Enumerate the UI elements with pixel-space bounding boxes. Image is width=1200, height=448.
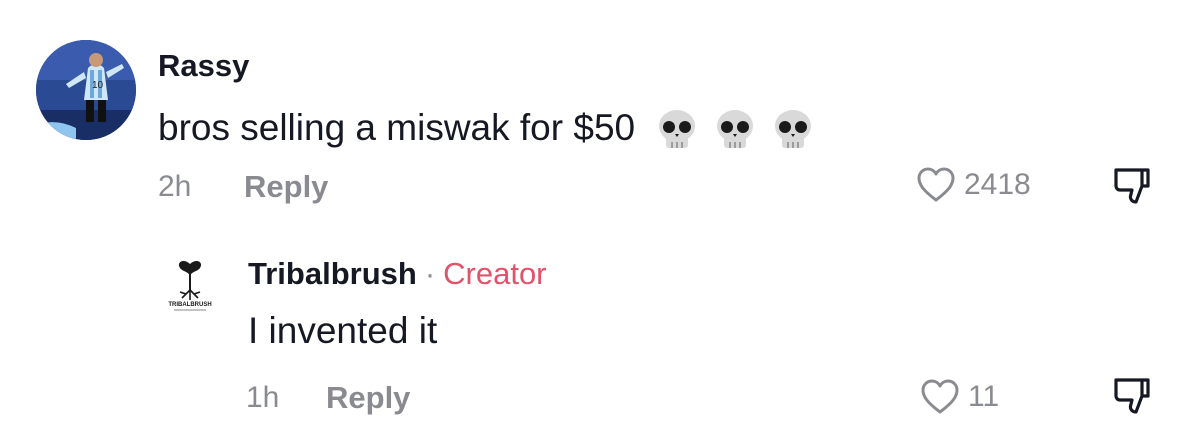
thumbs-down-icon — [1114, 168, 1150, 204]
like-button[interactable]: 2418 — [916, 166, 1031, 204]
skull-emoji-icon — [717, 110, 754, 148]
tribalbrush-logo-icon: TRIBALBRUSH — [150, 250, 230, 330]
reply-username-line: Tribalbrush · Creator — [248, 256, 547, 292]
creator-badge: Creator — [443, 256, 547, 291]
jersey-number: 10 — [92, 80, 104, 91]
like-count: 11 — [968, 380, 1000, 413]
emoji-group — [653, 106, 817, 154]
reply-username[interactable]: Tribalbrush — [248, 256, 417, 291]
heart-outline-icon — [917, 167, 955, 202]
comment-username[interactable]: Rassy — [158, 48, 249, 84]
dislike-button[interactable] — [1112, 166, 1156, 213]
like-button[interactable]: 11 — [920, 378, 999, 416]
skull-emoji-icon — [775, 110, 812, 148]
reply-timestamp: 1h — [246, 381, 280, 414]
user-avatar[interactable]: 10 — [36, 40, 136, 140]
reply-text: I invented it — [248, 310, 438, 351]
heart-outline-icon — [921, 379, 959, 414]
dislike-button[interactable] — [1112, 376, 1156, 423]
thumbs-down-icon — [1114, 378, 1150, 414]
reply-button[interactable]: Reply — [326, 380, 410, 416]
separator-dot: · — [424, 256, 436, 291]
skull-emoji-icon — [659, 110, 696, 148]
avatar-photo-icon: 10 — [36, 40, 136, 140]
logo-text: TRIBALBRUSH — [168, 302, 211, 308]
creator-avatar[interactable]: TRIBALBRUSH — [150, 250, 230, 330]
reply-button[interactable]: Reply — [244, 169, 328, 205]
comment-timestamp: 2h — [158, 170, 192, 203]
comment-body: bros selling a miswak for $50 — [158, 106, 636, 148]
comment-text: bros selling a miswak for $50 — [158, 106, 817, 154]
like-count: 2418 — [964, 168, 1031, 201]
